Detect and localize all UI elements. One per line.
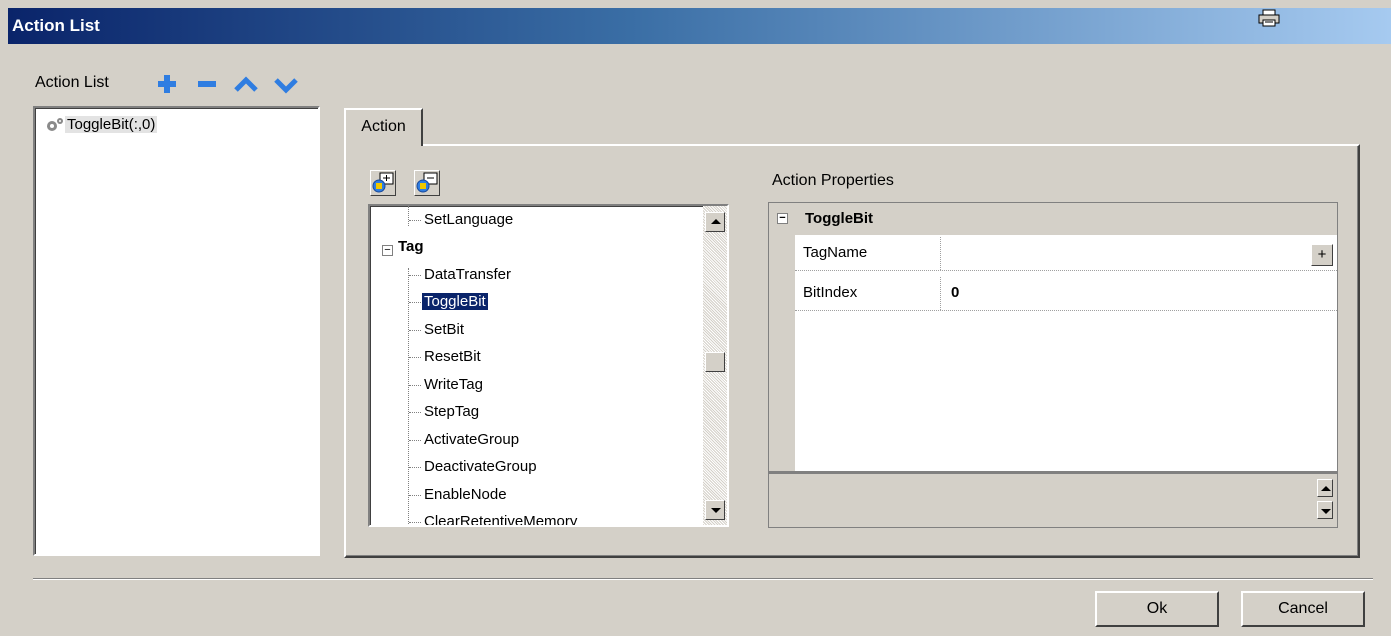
tree-item-tag[interactable]: Tag (396, 234, 426, 260)
tab-action[interactable]: Action (344, 108, 423, 146)
tree-item[interactable]: SetBit (422, 317, 466, 343)
scroll-thumb[interactable] (705, 352, 725, 372)
move-up-icon[interactable] (231, 66, 261, 100)
tree-item[interactable]: ResetBit (422, 344, 483, 370)
tab-label: Action (361, 118, 406, 135)
list-item[interactable]: ToggleBit(:,0) (43, 114, 158, 136)
tree-item[interactable]: DeactivateGroup (422, 454, 539, 480)
property-category: − ToggleBit (769, 203, 1337, 235)
arrow-down-icon (1321, 509, 1331, 514)
property-row-tagname[interactable]: TagName + (795, 237, 1337, 271)
move-down-icon[interactable] (271, 66, 301, 100)
desc-scroll-up-button[interactable] (1317, 479, 1333, 497)
add-icon[interactable] (152, 66, 182, 100)
property-description-panel (768, 472, 1338, 528)
tree-item[interactable]: ActivateGroup (422, 427, 521, 453)
printer-icon[interactable] (1258, 9, 1280, 27)
list-item-label: ToggleBit(:,0) (65, 116, 158, 133)
expand-all-icon (372, 172, 394, 193)
footer-divider (33, 578, 1373, 580)
tree-item[interactable]: SetLanguage (422, 207, 515, 233)
property-grid[interactable]: − ToggleBit TagName + BitIndex 0 (768, 202, 1338, 472)
remove-icon[interactable] (192, 66, 222, 100)
expand-all-button[interactable] (370, 170, 396, 196)
arrow-down-icon (711, 508, 721, 513)
tree-item[interactable]: StepTag (422, 399, 481, 425)
arrow-up-icon (711, 219, 721, 224)
collapse-all-button[interactable] (414, 170, 440, 196)
arrow-up-icon (1321, 486, 1331, 491)
tree-item-selected[interactable]: ToggleBit (421, 289, 489, 315)
action-list-label: Action List (35, 74, 109, 91)
collapse-icon[interactable]: − (382, 245, 393, 256)
property-row-bitindex[interactable]: BitIndex 0 (795, 277, 1337, 311)
ok-button[interactable]: Ok (1095, 591, 1219, 627)
scroll-up-button[interactable] (705, 212, 725, 232)
tree-item[interactable]: DataTransfer (422, 262, 513, 288)
cancel-button[interactable]: Cancel (1241, 591, 1365, 627)
action-tree[interactable]: SetLanguage − Tag DataTransfer ToggleBit… (368, 204, 729, 527)
desc-scroll-down-button[interactable] (1317, 501, 1333, 519)
tag-browse-button[interactable]: + (1311, 244, 1333, 266)
collapse-all-icon (416, 172, 438, 193)
collapse-icon[interactable]: − (777, 213, 788, 224)
window-title: Action List (12, 16, 100, 35)
action-properties-label: Action Properties (772, 172, 894, 189)
title-bar: Action List (8, 8, 1391, 44)
gear-icon (47, 118, 63, 131)
tree-item[interactable]: WriteTag (422, 372, 485, 398)
tree-item[interactable]: EnableNode (422, 482, 509, 508)
tree-item[interactable]: ClearRetentiveMemory (422, 509, 579, 525)
action-list-box[interactable]: ToggleBit(:,0) (33, 106, 320, 556)
scroll-down-button[interactable] (705, 500, 725, 520)
tree-scrollbar[interactable] (703, 206, 727, 525)
